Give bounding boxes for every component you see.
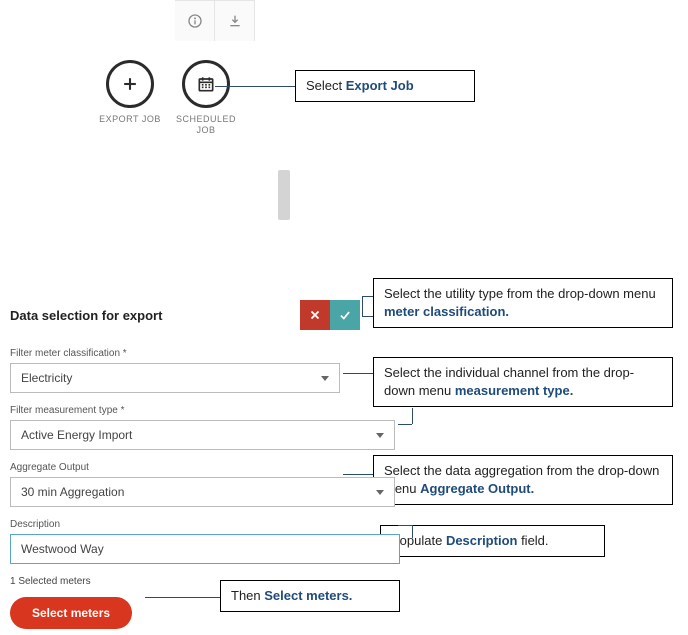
label-aggregate: Aggregate Output <box>10 462 360 473</box>
form-header-buttons <box>300 300 360 330</box>
data-selection-panel: Data selection for export Filter meter c… <box>10 300 360 629</box>
callout-description: Populate Description field. <box>380 525 605 557</box>
aggregate-select[interactable]: 30 min Aggregation <box>10 477 395 507</box>
label-description: Description <box>10 519 360 530</box>
form-header: Data selection for export <box>10 300 360 330</box>
chevron-down-icon <box>321 376 329 381</box>
callout-classification: Select the utility type from the drop-do… <box>373 278 673 328</box>
callout-keyword: Export Job <box>346 78 414 93</box>
cancel-button[interactable] <box>300 300 330 330</box>
info-icon[interactable] <box>175 1 215 41</box>
connector-line <box>362 296 373 297</box>
connector-line <box>412 525 413 537</box>
connector-line <box>362 296 363 316</box>
description-input[interactable]: Westwood Way <box>10 534 400 564</box>
chevron-down-icon <box>376 490 384 495</box>
scheduled-job-button[interactable]: SCHEDULED JOB <box>171 60 241 136</box>
export-job-label: EXPORT JOB <box>99 114 161 125</box>
plus-icon <box>106 60 154 108</box>
field-measurement: Filter measurement type * Active Energy … <box>10 405 360 450</box>
selected-meters-count: 1 Selected meters <box>10 576 360 587</box>
connector-line <box>362 316 373 317</box>
callout-text: Select the utility type from the drop-do… <box>384 286 656 301</box>
connector-line <box>215 86 295 87</box>
callout-keyword: Description <box>446 533 518 548</box>
connector-line <box>398 424 412 425</box>
calendar-icon <box>182 60 230 108</box>
callout-text: Select <box>306 78 346 93</box>
confirm-button[interactable] <box>330 300 360 330</box>
aggregate-value: 30 min Aggregation <box>21 485 124 499</box>
download-icon[interactable] <box>215 1 255 41</box>
job-type-row: EXPORT JOB SCHEDULED JOB <box>95 60 241 136</box>
callout-aggregate: Select the data aggregation from the dro… <box>373 455 673 505</box>
callout-keyword: Aggregate Output. <box>420 481 534 496</box>
close-icon <box>308 308 322 322</box>
classification-value: Electricity <box>21 371 72 385</box>
callout-measurement: Select the individual channel from the d… <box>373 357 673 407</box>
measurement-value: Active Energy Import <box>21 428 132 442</box>
check-icon <box>338 308 352 322</box>
callout-text: field. <box>517 533 548 548</box>
callout-keyword: measurement type. <box>455 383 574 398</box>
top-icon-strip <box>175 0 255 41</box>
label-measurement: Filter measurement type * <box>10 405 360 416</box>
field-aggregate: Aggregate Output 30 min Aggregation <box>10 462 360 507</box>
field-description: Description Westwood Way <box>10 519 360 564</box>
scheduled-job-label: SCHEDULED JOB <box>171 114 241 136</box>
connector-line <box>412 408 413 424</box>
chevron-down-icon <box>376 433 384 438</box>
connector-line <box>412 537 413 538</box>
label-classification: Filter meter classification * <box>10 348 360 359</box>
export-job-button[interactable]: EXPORT JOB <box>95 60 165 136</box>
classification-select[interactable]: Electricity <box>10 363 340 393</box>
scrollbar-thumb[interactable] <box>278 170 290 220</box>
callout-export-job: Select Export Job <box>295 70 475 102</box>
field-classification: Filter meter classification * Electricit… <box>10 348 360 393</box>
connector-line <box>398 525 412 526</box>
select-meters-button[interactable]: Select meters <box>10 597 132 629</box>
callout-keyword: meter classification. <box>384 304 509 319</box>
form-title: Data selection for export <box>10 308 162 323</box>
description-value: Westwood Way <box>21 542 104 556</box>
measurement-select[interactable]: Active Energy Import <box>10 420 395 450</box>
